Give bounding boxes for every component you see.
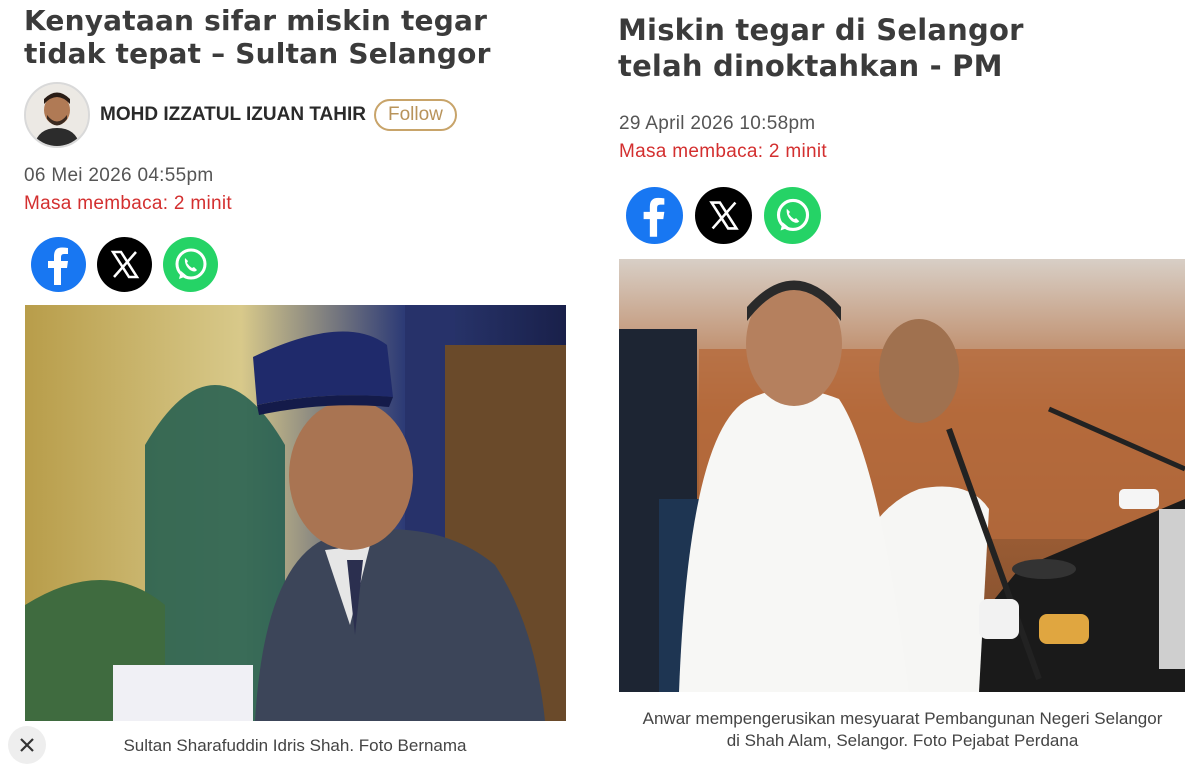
left-share-row [31, 237, 218, 292]
left-article: Kenyataan sifar miskin tegar tidak tepat… [0, 0, 600, 755]
left-headline[interactable]: Kenyataan sifar miskin tegar tidak tepat… [24, 4, 544, 70]
right-share-row [626, 187, 821, 244]
right-date: 29 April 2026 10:58pm [619, 113, 816, 134]
whatsapp-icon[interactable] [163, 237, 218, 292]
follow-button[interactable]: Follow [373, 99, 457, 131]
sultan-photo[interactable] [25, 305, 566, 721]
author-name[interactable]: MOHD IZZATUL IZUAN TAHIR [100, 104, 366, 126]
x-icon[interactable] [695, 187, 752, 244]
left-date: 06 Mei 2026 04:55pm [24, 165, 214, 186]
x-icon[interactable] [97, 237, 152, 292]
left-read-time: Masa membaca: 2 minit [24, 193, 232, 214]
right-read-time: Masa membaca: 2 minit [619, 141, 827, 162]
facebook-icon[interactable] [626, 187, 683, 244]
left-caption: Sultan Sharafuddin Idris Shah. Foto Bern… [123, 736, 467, 755]
author-avatar[interactable] [24, 82, 90, 148]
author-photo [26, 84, 88, 146]
author-row: MOHD IZZATUL IZUAN TAHIR Follow [24, 82, 457, 148]
right-headline[interactable]: Miskin tegar di Selangor telah dinoktahk… [618, 12, 1088, 84]
close-icon[interactable] [8, 726, 46, 764]
facebook-icon[interactable] [31, 237, 86, 292]
meeting-photo[interactable] [619, 259, 1185, 692]
right-caption: Anwar mempengerusikan mesyuarat Pembangu… [642, 709, 1163, 750]
right-article: Miskin tegar di Selangor telah dinoktahk… [600, 0, 1200, 752]
whatsapp-icon[interactable] [764, 187, 821, 244]
